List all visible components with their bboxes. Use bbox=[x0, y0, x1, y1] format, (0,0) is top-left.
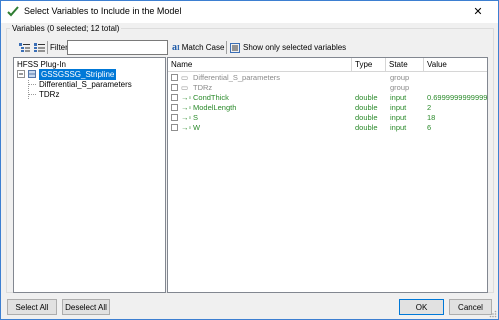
row-type bbox=[355, 73, 385, 82]
tree-node-child[interactable]: TDRz bbox=[39, 89, 59, 100]
grid-row[interactable]: →▫ ModelLength double input 2 bbox=[168, 103, 487, 112]
tree-expand-icon bbox=[19, 43, 30, 52]
show-only-selected-button[interactable]: Show only selected variables bbox=[230, 40, 346, 55]
expand-all-button[interactable] bbox=[17, 41, 30, 53]
row-type: double bbox=[355, 123, 378, 132]
column-header-type[interactable]: Type bbox=[352, 58, 386, 72]
row-type: double bbox=[355, 93, 378, 102]
grid-header: Name Type State Value bbox=[168, 58, 487, 72]
row-checkbox[interactable] bbox=[171, 94, 178, 101]
row-state: input bbox=[390, 123, 407, 132]
row-state: group bbox=[390, 73, 410, 82]
list-filter-icon bbox=[230, 42, 240, 53]
row-value: 2 bbox=[427, 103, 432, 112]
row-value: 18 bbox=[427, 113, 436, 122]
grid-row[interactable]: →▫ CondThick double input 0.699999999999… bbox=[168, 93, 487, 102]
tree-node-child-label: Differential_S_parameters bbox=[39, 80, 132, 89]
tree-collapse-icon bbox=[34, 43, 45, 52]
variable-tree[interactable]: HFSS Plug-In GSSGSSG_Stripline Different… bbox=[13, 57, 166, 293]
column-header-state[interactable]: State bbox=[386, 58, 424, 72]
row-checkbox[interactable] bbox=[171, 74, 178, 81]
variables-group-label: Variables (0 selected; 12 total) bbox=[10, 24, 122, 33]
tree-node-root-label: HFSS Plug-In bbox=[17, 60, 66, 69]
row-state: input bbox=[390, 113, 407, 122]
row-value: 0.699999999999999 bbox=[427, 93, 487, 102]
tree-connector bbox=[28, 80, 29, 99]
filter-input[interactable] bbox=[67, 40, 168, 55]
show-only-selected-label: Show only selected variables bbox=[243, 43, 347, 52]
match-case-label: Match Case bbox=[181, 43, 225, 52]
row-type: double bbox=[355, 113, 378, 122]
row-value bbox=[427, 83, 487, 92]
column-header-value[interactable]: Value bbox=[424, 58, 487, 72]
row-name: S bbox=[193, 113, 199, 122]
row-type bbox=[355, 83, 385, 92]
input-variable-icon: →▫ bbox=[181, 113, 192, 122]
close-button[interactable]: ✕ bbox=[458, 1, 498, 22]
input-variable-icon: →▫ bbox=[181, 103, 192, 112]
grid-row[interactable]: →▫ S double input 18 bbox=[168, 113, 487, 122]
cancel-button[interactable]: Cancel bbox=[449, 299, 492, 315]
row-state: input bbox=[390, 103, 407, 112]
row-name: W bbox=[193, 123, 201, 132]
row-value bbox=[427, 73, 487, 82]
row-name: CondThick bbox=[193, 93, 229, 102]
row-state: input bbox=[390, 93, 407, 102]
row-checkbox[interactable] bbox=[171, 84, 178, 91]
resize-grip-icon[interactable] bbox=[488, 309, 497, 318]
match-case-icon: aI bbox=[172, 42, 180, 53]
toolbar-separator bbox=[226, 41, 227, 54]
row-name: Differential_S_parameters bbox=[193, 73, 280, 82]
dialog-window: Select Variables to Include in the Model… bbox=[0, 0, 499, 320]
select-all-button[interactable]: Select All bbox=[7, 299, 57, 315]
variables-grid: Name Type State Value ▭ Differential_S_p… bbox=[167, 57, 488, 293]
row-name: ModelLength bbox=[193, 103, 237, 112]
row-checkbox[interactable] bbox=[171, 114, 178, 121]
title-bar: Select Variables to Include in the Model… bbox=[1, 1, 498, 23]
tree-connector bbox=[28, 94, 36, 95]
collapse-toggle-icon bbox=[17, 70, 25, 78]
ok-button[interactable]: OK bbox=[399, 299, 444, 315]
window-title: Select Variables to Include in the Model bbox=[24, 6, 182, 16]
row-name: TDRz bbox=[193, 83, 213, 92]
match-case-button[interactable]: aI Match Case bbox=[172, 40, 224, 55]
row-icon: ▭ bbox=[181, 83, 189, 92]
app-check-icon bbox=[7, 6, 19, 17]
model-icon bbox=[28, 70, 36, 78]
row-checkbox[interactable] bbox=[171, 124, 178, 131]
deselect-all-button[interactable]: Deselect All bbox=[62, 299, 110, 315]
input-variable-icon: →▫ bbox=[181, 123, 192, 132]
row-type: double bbox=[355, 103, 378, 112]
row-state: group bbox=[390, 83, 410, 92]
grid-row[interactable]: →▫ W double input 6 bbox=[168, 123, 487, 132]
tree-node-child-label: TDRz bbox=[39, 90, 60, 99]
row-value: 6 bbox=[427, 123, 432, 132]
toolbar-separator bbox=[47, 41, 48, 54]
grid-row[interactable]: ▭ Differential_S_parameters group bbox=[168, 73, 487, 82]
row-icon: ▭ bbox=[181, 73, 189, 82]
column-header-name[interactable]: Name bbox=[168, 58, 352, 72]
collapse-all-button[interactable] bbox=[32, 41, 45, 53]
close-icon: ✕ bbox=[473, 6, 483, 18]
input-variable-icon: →▫ bbox=[181, 93, 192, 102]
tree-connector bbox=[28, 84, 36, 85]
row-checkbox[interactable] bbox=[171, 104, 178, 111]
grid-row[interactable]: ▭ TDRz group bbox=[168, 83, 487, 92]
